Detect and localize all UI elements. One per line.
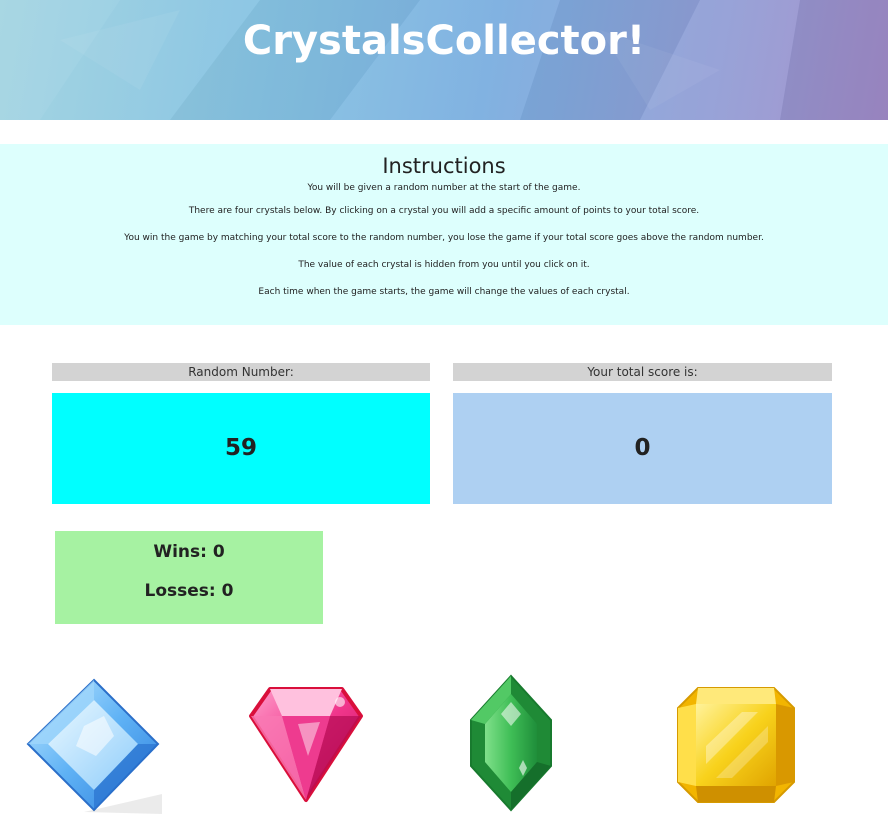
wins-count: 0 [212, 542, 225, 562]
wins-row: Wins: 0 [55, 542, 323, 562]
page-title: CrystalsCollector! [242, 18, 646, 64]
yellow-crystal-icon [677, 687, 795, 803]
instruction-line-5: Each time when the game starts, the game… [258, 287, 630, 297]
random-number-label: Random Number: [52, 363, 430, 381]
instruction-line-1: You will be given a random number at the… [307, 183, 581, 193]
green-crystal-icon [470, 674, 552, 812]
random-number-value: 59 [52, 393, 430, 504]
blue-diamond-icon [26, 678, 162, 814]
instructions-heading: Instructions [382, 154, 506, 178]
green-crystal[interactable] [469, 674, 553, 812]
total-score-value: 0 [453, 393, 832, 504]
wins-losses-panel: Wins: 0 Losses: 0 [55, 531, 323, 624]
pink-gem-icon [249, 687, 363, 802]
wins-label: Wins: [153, 542, 207, 562]
pink-gem-crystal[interactable] [248, 686, 364, 804]
header-banner: CrystalsCollector! [0, 0, 888, 120]
instruction-line-3: You win the game by matching your total … [124, 233, 764, 243]
blue-diamond-crystal[interactable] [24, 676, 162, 816]
instructions-panel: Instructions You will be given a random … [0, 144, 888, 325]
total-score-label: Your total score is: [453, 363, 832, 381]
losses-label: Losses: [144, 581, 216, 601]
yellow-crystal[interactable] [676, 686, 796, 804]
instruction-line-2: There are four crystals below. By clicki… [188, 206, 700, 216]
instruction-line-4: The value of each crystal is hidden from… [298, 260, 590, 270]
losses-row: Losses: 0 [55, 581, 323, 601]
losses-count: 0 [221, 581, 234, 601]
